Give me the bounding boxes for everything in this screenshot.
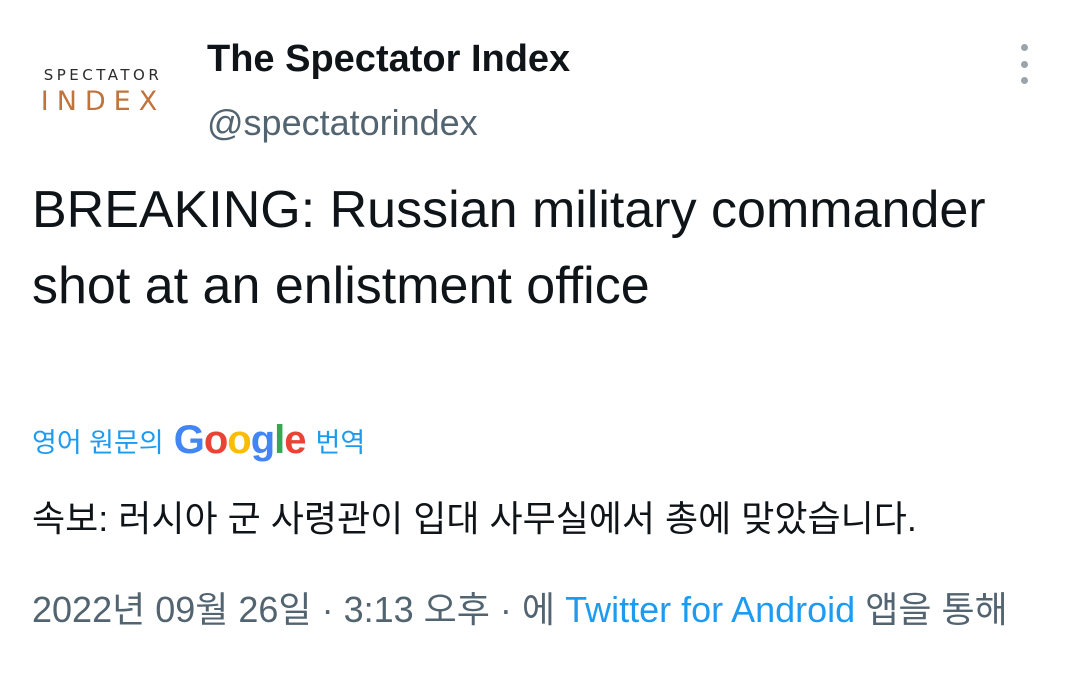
source-link[interactable]: Twitter for Android xyxy=(565,589,855,630)
tweet-time[interactable]: 3:13 오후 xyxy=(344,589,490,630)
meta-separator: · xyxy=(321,589,334,630)
via-prefix: 에 xyxy=(521,589,556,630)
via-suffix: 앱을 통해 xyxy=(865,589,1008,630)
more-dot xyxy=(1020,77,1028,84)
user-handle[interactable]: @spectatorindex xyxy=(207,102,478,144)
avatar[interactable]: SPECTATOR INDEX xyxy=(30,52,176,132)
translation-attribution[interactable]: 영어 원문의 Google 번역 xyxy=(32,418,365,463)
translated-tweet-text: 속보: 러시아 군 사령관이 입대 사무실에서 총에 맞았습니다. xyxy=(32,498,917,539)
tweet-meta: 2022년 09월 26일 · 3:13 오후 · 에 Twitter for … xyxy=(32,582,1052,638)
more-dot xyxy=(1020,44,1028,51)
translation-prefix: 영어 원문의 xyxy=(32,428,164,458)
tweet-text: BREAKING: Russian military commander sho… xyxy=(32,181,986,315)
meta-separator: · xyxy=(499,589,512,630)
more-options-icon[interactable] xyxy=(1012,44,1036,84)
translation-suffix: 번역 xyxy=(315,428,366,458)
tweet-date[interactable]: 2022년 09월 26일 xyxy=(32,589,312,630)
avatar-logo-bottom: INDEX xyxy=(40,86,166,117)
display-name[interactable]: The Spectator Index xyxy=(207,38,570,81)
google-logo: Google xyxy=(173,418,307,462)
more-dot xyxy=(1020,60,1028,68)
avatar-logo-top: SPECTATOR xyxy=(43,66,163,84)
